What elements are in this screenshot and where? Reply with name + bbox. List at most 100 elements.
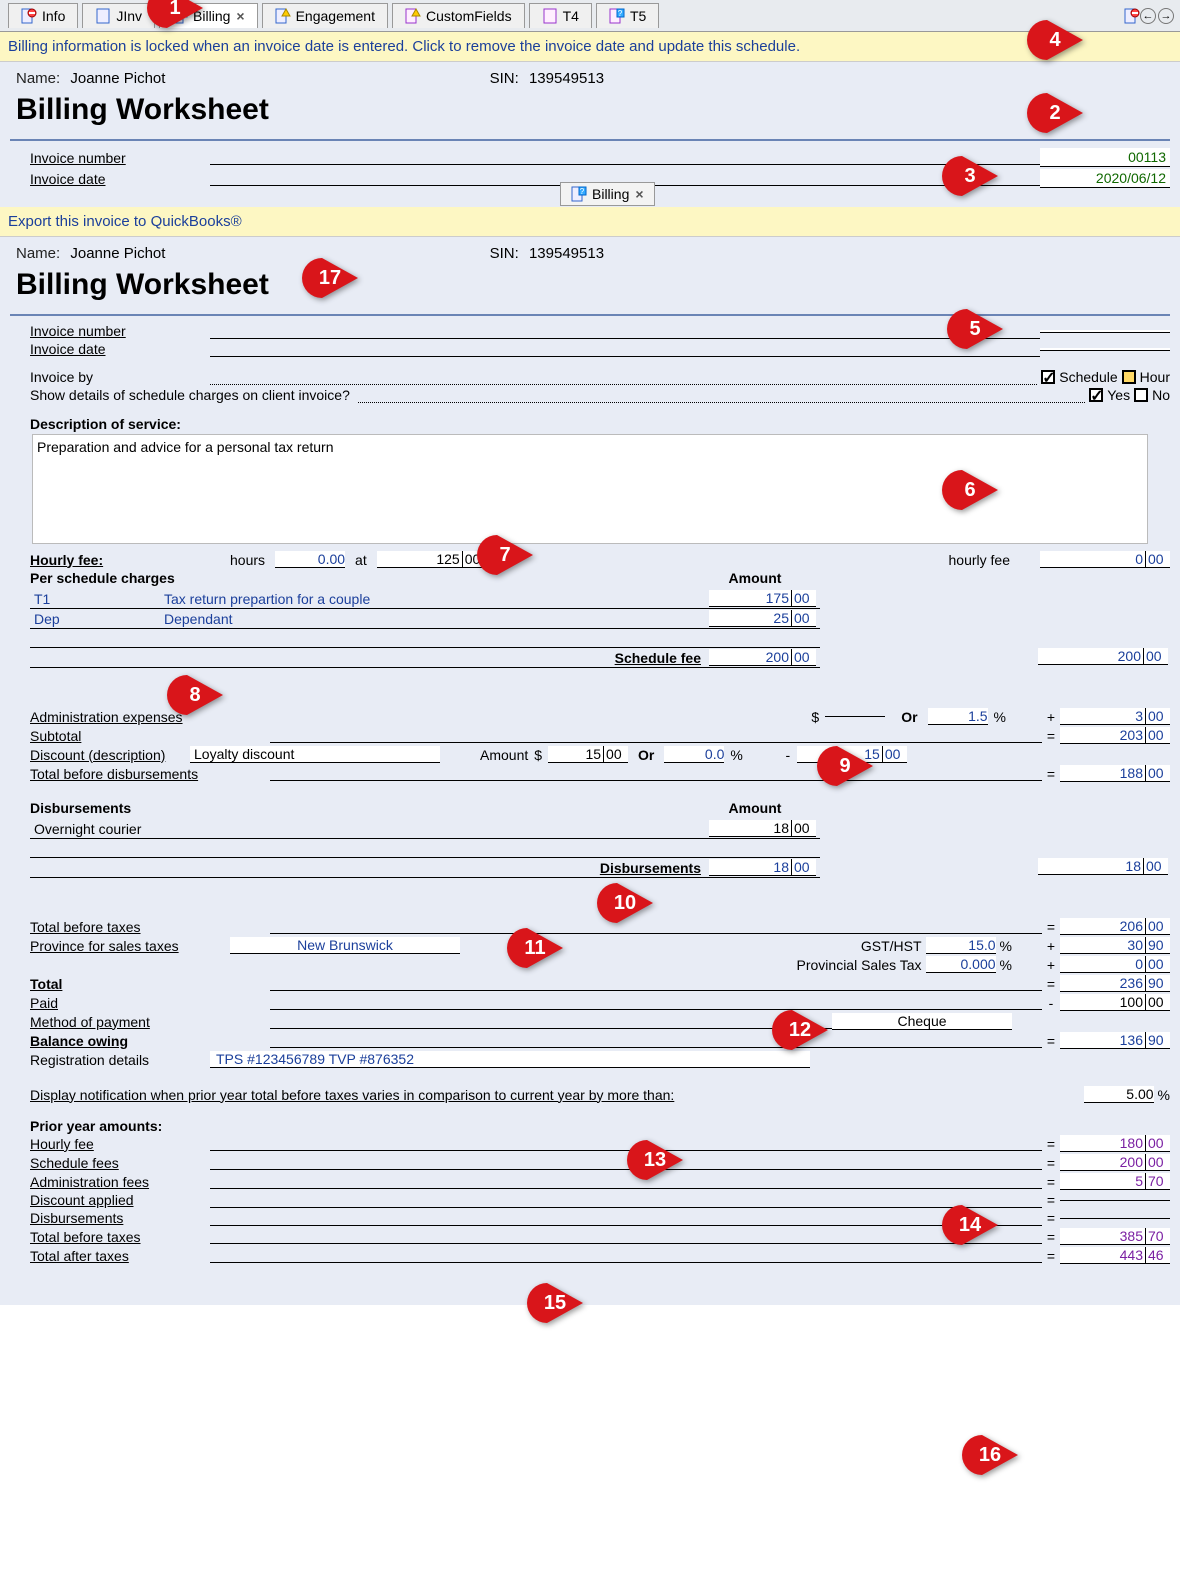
nav-prev[interactable]: ← xyxy=(1140,8,1156,24)
doc-question-icon: ? xyxy=(571,186,587,202)
method-input[interactable]: Cheque xyxy=(832,1013,1012,1030)
hours-input[interactable]: 0.00 xyxy=(275,551,345,568)
gst-label: GST/HST xyxy=(861,938,922,954)
pst-pct[interactable]: 0.000 xyxy=(926,956,996,973)
tab-label: T5 xyxy=(630,8,646,24)
gst-pct[interactable]: 15.0 xyxy=(926,937,996,954)
reg-input[interactable]: TPS #123456789 TVP #876352 xyxy=(210,1051,810,1068)
total-value: 23690 xyxy=(1060,975,1170,992)
tab-t4[interactable]: T4 xyxy=(529,3,592,28)
tab-label: T4 xyxy=(563,8,579,24)
dollar-label: $ xyxy=(534,747,542,763)
no-label: No xyxy=(1152,387,1170,403)
callout-marker-11: 11 xyxy=(505,926,565,970)
discount-amount-input[interactable]: 1500 xyxy=(548,746,628,763)
doc-warn-icon xyxy=(405,8,421,24)
close-icon[interactable]: × xyxy=(635,186,643,202)
export-banner[interactable]: Export this invoice to QuickBooks® xyxy=(0,207,1180,237)
invoice-date-input[interactable] xyxy=(1040,348,1170,351)
province-input[interactable]: New Brunswick xyxy=(230,937,460,954)
schedule-table: T1 Tax return prepartion for a couple 17… xyxy=(30,589,820,668)
paid-input[interactable]: 10000 xyxy=(1060,994,1170,1011)
tab-engagement[interactable]: Engagement xyxy=(262,3,388,28)
hours-label: hours xyxy=(230,552,265,568)
pst-label: Provincial Sales Tax xyxy=(797,957,922,973)
table-row[interactable] xyxy=(30,629,820,648)
callout-marker-1: 1 xyxy=(145,0,205,30)
callout-marker-6: 6 xyxy=(940,468,1000,512)
nav-next[interactable]: → xyxy=(1158,8,1174,24)
admin-exp-label: Administration expenses xyxy=(10,709,270,725)
inline-tab-billing[interactable]: ? Billing × xyxy=(560,182,655,206)
tab-label: CustomFields xyxy=(426,8,512,24)
sin-label: SIN: xyxy=(490,70,519,87)
invoice-date-label: Invoice date xyxy=(10,171,210,187)
per-schedule-label: Per schedule charges xyxy=(10,570,700,586)
table-row[interactable]: Dep Dependant 2500 xyxy=(30,609,820,629)
dollar-label: $ xyxy=(811,709,819,725)
callout-marker-7: 7 xyxy=(475,533,535,577)
callout-marker-14: 14 xyxy=(940,1203,1000,1247)
pst-value: 000 xyxy=(1060,956,1170,973)
description-label: Description of service: xyxy=(10,416,1170,432)
total-label: Total xyxy=(10,976,270,992)
schedule-checkbox[interactable] xyxy=(1041,370,1055,384)
tbt-value: 20600 xyxy=(1060,918,1170,935)
subtotal-label: Subtotal xyxy=(10,728,270,744)
prior-disb-label: Disbursements xyxy=(10,1210,210,1226)
prior-discount xyxy=(1060,1200,1170,1201)
hour-checkbox[interactable] xyxy=(1122,370,1136,384)
callout-marker-10: 10 xyxy=(595,881,655,925)
admin-dollar-input[interactable] xyxy=(825,716,885,717)
invoice-date[interactable]: 2020/06/12 xyxy=(1040,169,1170,188)
table-row[interactable] xyxy=(30,839,820,858)
pct-label: % xyxy=(730,747,742,763)
admin-pct-input[interactable]: 1.5 xyxy=(928,708,988,725)
prior-tbt: 38570 xyxy=(1060,1228,1170,1245)
tbd-value: 18800 xyxy=(1060,765,1170,782)
doc-icon xyxy=(95,8,111,24)
worksheet-main: Name: Joanne Pichot SIN: 139549513 Billi… xyxy=(0,237,1180,1305)
callout-marker-15: 15 xyxy=(525,1281,585,1325)
tab-t5[interactable]: ? T5 xyxy=(596,3,659,28)
doc-question-icon: ? xyxy=(609,8,625,24)
yes-checkbox[interactable] xyxy=(1089,388,1103,402)
disbursements-right: 1800 xyxy=(1038,858,1168,875)
pct-label: % xyxy=(1000,957,1012,973)
discount-name-input[interactable]: Loyalty discount xyxy=(190,746,440,763)
close-icon[interactable]: × xyxy=(236,8,244,24)
discount-pct-input[interactable]: 0.0 xyxy=(664,746,724,763)
invoice-number-label: Invoice number xyxy=(10,150,210,166)
table-row: Schedule fee 20000 xyxy=(30,648,820,668)
notify-pct[interactable]: 5.00 xyxy=(1084,1086,1154,1103)
name-label: Name: xyxy=(16,70,60,87)
invoice-number[interactable]: 00113 xyxy=(1040,148,1170,167)
tab-label: Info xyxy=(42,8,65,24)
pct-label: % xyxy=(1000,938,1012,954)
callout-marker-9: 9 xyxy=(815,744,875,788)
no-checkbox[interactable] xyxy=(1134,388,1148,402)
tab-info[interactable]: Info xyxy=(8,3,78,28)
prior-discount-label: Discount applied xyxy=(10,1192,210,1208)
doc-icon xyxy=(542,8,558,24)
table-row: Disbursements 1800 xyxy=(30,858,820,878)
page-title: Billing Worksheet xyxy=(16,93,1170,127)
table-row[interactable]: Overnight courier 1800 xyxy=(30,819,820,839)
prior-disb xyxy=(1060,1218,1170,1219)
rate-input[interactable]: 12500 xyxy=(377,551,487,568)
table-row[interactable]: T1 Tax return prepartion for a couple 17… xyxy=(30,589,820,609)
prior-tat-label: Total after taxes xyxy=(10,1248,210,1264)
callout-marker-4: 4 xyxy=(1025,18,1085,62)
tab-customfields[interactable]: CustomFields xyxy=(392,3,525,28)
callout-marker-13: 13 xyxy=(625,1138,685,1182)
amount-label: Amount xyxy=(700,800,810,816)
notify-label: Display notification when prior year tot… xyxy=(10,1087,674,1103)
page-title: Billing Worksheet xyxy=(16,268,1170,302)
locked-banner[interactable]: Billing information is locked when an in… xyxy=(0,32,1180,62)
invoice-number-input[interactable] xyxy=(1040,330,1170,333)
hour-label: Hour xyxy=(1140,369,1170,385)
disbursements-label: Disbursements xyxy=(10,800,700,816)
gst-value: 3090 xyxy=(1060,937,1170,954)
callout-marker-12: 12 xyxy=(770,1008,830,1052)
doc-deny-icon[interactable] xyxy=(1124,8,1140,24)
